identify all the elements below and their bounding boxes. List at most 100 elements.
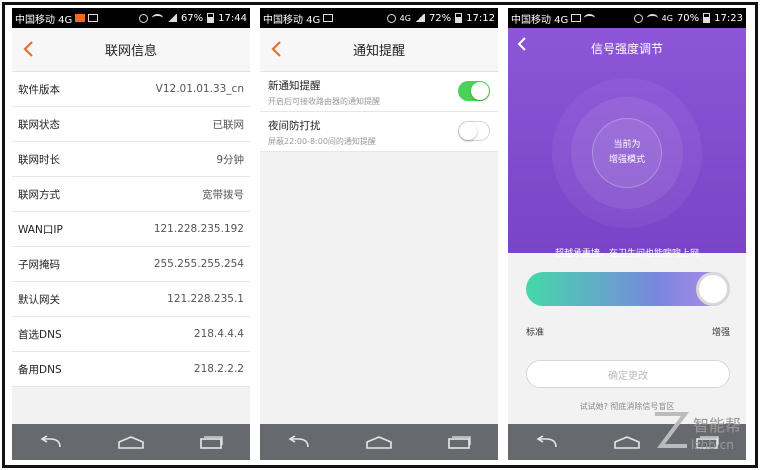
nav-home-icon[interactable] (365, 435, 393, 449)
status-bar: 中国移动 4G 4G 72% 17:12 (260, 8, 498, 28)
phone-network-info: 中国移动 4G 67% 17:44 联网信息 软件版本 V12.01.01.33_… (12, 8, 250, 460)
carrier-label: 中国移动 4G (511, 14, 569, 26)
android-nav-bar (12, 424, 250, 460)
confirm-change-button[interactable]: 确定更改 (526, 360, 730, 388)
slider-min-label: 标准 (526, 328, 545, 338)
row-value: 121.228.235.192 (153, 223, 244, 235)
carrier-label: 中国移动 4G (15, 14, 73, 26)
row-label: 备用DNS (18, 363, 62, 376)
list-item: 首选DNS 218.4.4.4 (12, 317, 250, 352)
row-value: 218.4.4.4 (193, 328, 244, 340)
row-label: WAN口IP (18, 223, 63, 236)
mode-value: 增强模式 (608, 155, 645, 165)
alarm-icon (386, 13, 396, 23)
list-item: 子网掩码 255.255.255.254 (12, 247, 250, 282)
network-info-list: 软件版本 V12.01.01.33_cn 联网状态 已联网 联网时长 9分钟 联网方式… (12, 72, 250, 387)
watermark-text: 智能帮 (693, 416, 742, 435)
battery-icon (455, 13, 463, 23)
network-type: 4G (399, 13, 411, 23)
row-value: V12.01.01.33_cn (155, 83, 244, 95)
row-label: 联网方式 (18, 188, 60, 201)
mode-indicator: 当前为 增强模式 (592, 118, 662, 188)
row-value: 218.2.2.2 (193, 363, 244, 375)
list-item: 默认网关 121.228.235.1 (12, 282, 250, 317)
row-value: 255.255.255.254 (153, 258, 244, 270)
row-label: 子网掩码 (18, 258, 60, 271)
row-label: 联网时长 (18, 153, 60, 166)
mode-description: 超越承重墙，在卫生间也能嗖嗖上网 (554, 249, 699, 259)
signal-strength-slider[interactable] (526, 272, 730, 306)
watermark: 智能帮 lzhb.cn (651, 408, 755, 462)
carrier-label: 中国移动 4G (263, 14, 321, 26)
row-value: 宽带拨号 (202, 188, 244, 201)
setting-title: 夜间防打扰 (268, 120, 321, 132)
notification-settings-list: 新通知提醒 开启后可接收路由器的通知提醒 夜间防打扰 屏蔽22:00-8:00间… (260, 72, 498, 152)
wifi-icon (646, 14, 658, 22)
row-label: 首选DNS (18, 328, 62, 341)
alarm-icon (138, 13, 148, 23)
status-time: 17:12 (466, 12, 495, 24)
setting-new-notification: 新通知提醒 开启后可接收路由器的通知提醒 (260, 72, 498, 112)
battery-percent: 70% (676, 12, 700, 24)
nav-home-icon[interactable] (613, 435, 641, 449)
nav-recents-icon[interactable] (446, 435, 472, 449)
list-item: 软件版本 V12.01.01.33_cn (12, 72, 250, 107)
list-item: 备用DNS 218.2.2.2 (12, 352, 250, 387)
network-type: 4G (661, 13, 673, 23)
signal-ring-middle: 当前为 增强模式 (571, 97, 683, 209)
back-arrow-icon[interactable] (270, 40, 286, 60)
battery-icon (207, 13, 215, 23)
row-value: 已联网 (212, 118, 245, 131)
signal-ring-outer: 当前为 增强模式 (552, 78, 702, 228)
setting-subtitle: 开启后可接收路由器的通知提醒 (268, 97, 380, 106)
image-notification-icon (323, 14, 334, 22)
nav-recents-icon[interactable] (198, 435, 224, 449)
signal-icon (166, 14, 177, 22)
status-time: 17:44 (218, 12, 247, 24)
list-item: WAN口IP 121.228.235.192 (12, 212, 250, 247)
battery-icon (703, 13, 711, 23)
page-title: 联网信息 (104, 44, 157, 59)
setting-night-dnd: 夜间防打扰 屏蔽22:00-8:00间的通知提醒 (260, 112, 498, 152)
page-title: 通知提醒 (352, 44, 405, 59)
row-label: 软件版本 (18, 83, 60, 96)
title-bar: 联网信息 (12, 28, 250, 72)
signal-hero: 信号强度调节 当前为 增强模式 超越承重墙，在卫生间也能嗖嗖上网 (508, 28, 746, 259)
status-time: 17:23 (714, 12, 743, 24)
title-bar: 通知提醒 (260, 28, 498, 72)
nav-back-icon[interactable] (534, 435, 560, 449)
toggle-knob (459, 122, 477, 140)
row-label: 默认网关 (18, 293, 60, 306)
back-arrow-icon[interactable] (22, 40, 38, 60)
new-notification-toggle[interactable] (458, 81, 490, 101)
night-dnd-toggle[interactable] (458, 121, 490, 141)
wifi-notification-icon (584, 14, 596, 22)
nav-back-icon[interactable] (38, 435, 64, 449)
list-item: 联网方式 宽带拨号 (12, 177, 250, 212)
row-value: 121.228.235.1 (167, 293, 244, 305)
nav-home-icon[interactable] (117, 435, 145, 449)
phone-signal-strength: 中国移动 4G 4G 70% 17:23 信号强度调节 当前为 增强模式 超越承… (508, 8, 746, 460)
mode-caption: 当前为 (613, 140, 641, 150)
signal-icon (414, 14, 425, 22)
phone-notifications: 中国移动 4G 4G 72% 17:12 通知提醒 新通知提醒 开启后可接收路由… (260, 8, 498, 460)
image-notification-icon (571, 14, 582, 22)
watermark-logo-icon (655, 412, 689, 448)
page-title: 信号强度调节 (590, 42, 663, 56)
battery-percent: 67% (180, 12, 204, 24)
row-value: 9分钟 (216, 153, 244, 166)
watermark-url: lzhb.cn (691, 438, 734, 452)
slider-knob[interactable] (696, 272, 730, 306)
setting-subtitle: 屏蔽22:00-8:00间的通知提醒 (268, 137, 376, 146)
setting-title: 新通知提醒 (268, 80, 321, 92)
slider-max-label: 增强 (711, 328, 730, 338)
list-item: 联网状态 已联网 (12, 107, 250, 142)
status-bar: 中国移动 4G 67% 17:44 (12, 8, 250, 28)
android-nav-bar (260, 424, 498, 460)
image-notification-icon (88, 14, 99, 22)
list-item: 联网时长 9分钟 (12, 142, 250, 177)
alarm-icon (633, 13, 643, 23)
row-label: 联网状态 (18, 118, 60, 131)
nav-back-icon[interactable] (286, 435, 312, 449)
wifi-icon (151, 14, 163, 22)
